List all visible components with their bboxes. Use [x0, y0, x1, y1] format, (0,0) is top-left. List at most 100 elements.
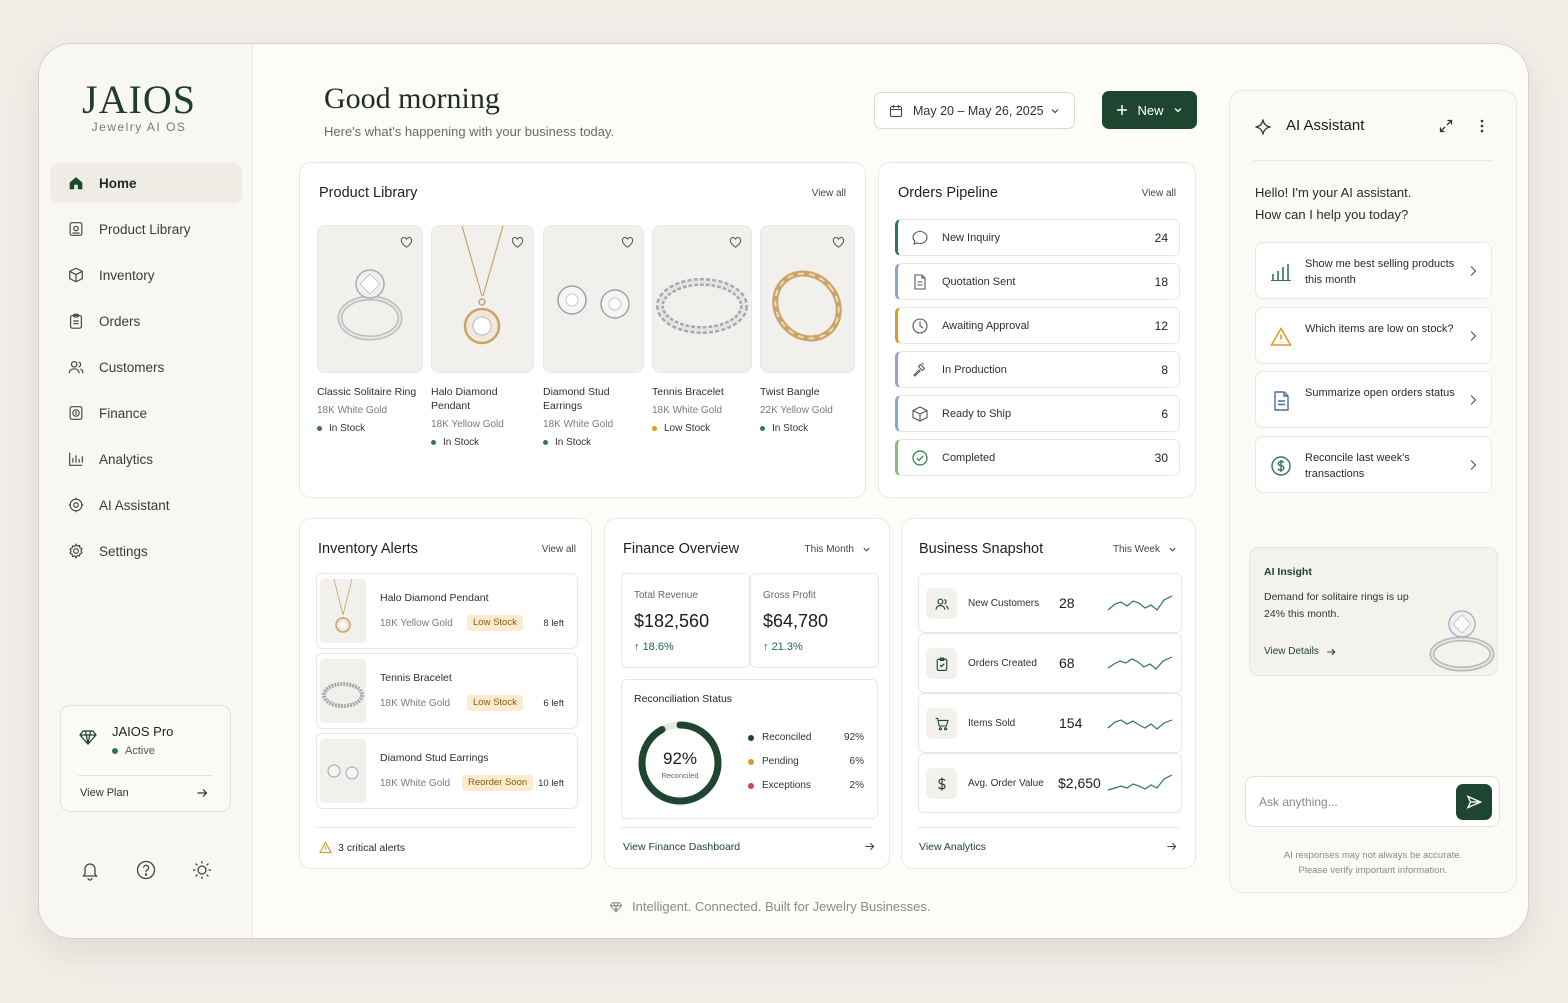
more-options-icon[interactable] [1474, 118, 1490, 134]
finance-dashboard-link[interactable]: View Finance Dashboard [623, 841, 875, 853]
critical-alerts-link[interactable]: 3 critical alerts [319, 841, 405, 854]
sidebar-item-settings[interactable]: Settings [50, 531, 242, 571]
ask-input-box [1245, 776, 1500, 827]
date-range-picker[interactable]: May 20 – May 26, 2025 [874, 92, 1075, 129]
product-card[interactable]: Tennis Bracelet 18K White Gold Low Stock [652, 225, 752, 434]
period-dropdown[interactable]: This Month [805, 544, 871, 555]
new-button[interactable]: New [1102, 91, 1197, 129]
stock-dot [431, 440, 436, 445]
alert-item-name: Halo Diamond Pendant [380, 592, 489, 604]
ai-greeting-line: Hello! I'm your AI assistant. [1255, 185, 1412, 200]
sidebar-item-product-library[interactable]: Product Library [50, 209, 242, 249]
product-card[interactable]: Halo Diamond Pendant 18K Yellow Gold In … [431, 225, 534, 448]
expand-icon[interactable] [1438, 118, 1454, 134]
chevron-right-icon [1470, 460, 1477, 470]
alert-item[interactable]: Diamond Stud Earrings 18K White Gold Reo… [316, 733, 578, 809]
bell-icon[interactable] [79, 859, 101, 881]
legend-pct: 92% [843, 732, 864, 743]
alert-item[interactable]: Halo Diamond Pendant 18K Yellow Gold Low… [316, 573, 578, 649]
help-icon[interactable] [135, 859, 157, 881]
stage-count: 24 [1154, 230, 1168, 245]
card-title: Product Library [319, 185, 418, 201]
suggestion-button[interactable]: Reconcile last week's transactions [1255, 436, 1492, 493]
sidebar-item-inventory[interactable]: Inventory [50, 255, 242, 295]
stock-label: In Stock [329, 423, 366, 434]
alert-item-name: Tennis Bracelet [380, 672, 452, 684]
plan-card: JAIOS Pro Active View Plan [60, 705, 231, 812]
clipboard-icon [70, 313, 82, 329]
chat-icon [912, 230, 928, 245]
view-all-link[interactable]: View all [812, 188, 846, 199]
period-label: This Month [804, 544, 854, 555]
sidebar-item-finance[interactable]: Finance [50, 393, 242, 433]
pipeline-stage[interactable]: In Production 8 [895, 351, 1180, 388]
stat-label: Total Revenue [634, 590, 698, 601]
stock-status: In Stock [543, 437, 644, 448]
stock-label: In Stock [443, 437, 480, 448]
divider [621, 827, 873, 828]
insight-title: AI Insight [1264, 566, 1312, 578]
critical-alerts-label: 3 critical alerts [338, 841, 406, 854]
send-button[interactable] [1456, 784, 1492, 820]
inventory-alerts-card: Inventory Alerts View all Halo Diamond P… [299, 518, 592, 869]
ask-input[interactable] [1259, 792, 1449, 812]
product-card[interactable]: Classic Solitaire Ring 18K White Gold In… [317, 225, 423, 434]
view-details-link[interactable]: View Details [1264, 646, 1336, 657]
product-card[interactable]: Diamond Stud Earrings 18K White Gold In … [543, 225, 644, 448]
heart-icon[interactable] [400, 236, 413, 249]
pipeline-stage[interactable]: Quotation Sent 18 [895, 263, 1180, 300]
heart-icon[interactable] [621, 236, 634, 249]
product-card[interactable]: Twist Bangle 22K Yellow Gold In Stock [760, 225, 855, 434]
heart-icon[interactable] [832, 236, 845, 249]
heart-icon[interactable] [511, 236, 524, 249]
snapshot-label: Orders Created [968, 658, 1037, 669]
alert-thumbnail [320, 739, 366, 803]
sidebar-item-analytics[interactable]: Analytics [50, 439, 242, 479]
card-title: Inventory Alerts [318, 541, 418, 557]
finance-dashboard-label: View Finance Dashboard [623, 841, 741, 853]
sidebar-item-ai-assistant[interactable]: AI Assistant [50, 485, 242, 525]
period-dropdown[interactable]: This Week [1113, 544, 1177, 555]
alert-item-name: Diamond Stud Earrings [380, 752, 489, 764]
package-icon [912, 405, 928, 422]
logo: JAIOS [82, 77, 196, 122]
suggestion-button[interactable]: Which items are low on stock? [1255, 307, 1492, 364]
sidebar-item-home[interactable]: Home [50, 163, 242, 203]
stock-status: In Stock [431, 437, 534, 448]
card-title: Business Snapshot [919, 541, 1044, 557]
earrings-image [327, 764, 359, 780]
sidebar-item-label: Inventory [99, 267, 155, 283]
gear-icon [69, 543, 83, 559]
suggestion-button[interactable]: Show me best selling products this month [1255, 242, 1492, 299]
snapshot-label: Items Sold [968, 718, 1016, 729]
suggestion-button[interactable]: Summarize open orders status [1255, 371, 1492, 428]
sun-icon[interactable] [191, 859, 213, 881]
pipeline-stage[interactable]: Awaiting Approval 12 [895, 307, 1180, 344]
arrow-right-icon [1167, 842, 1177, 851]
divider [918, 827, 1179, 828]
stage-label: Quotation Sent [942, 275, 1016, 288]
view-all-link[interactable]: View all [1142, 188, 1176, 199]
alert-item[interactable]: Tennis Bracelet 18K White Gold Low Stock… [316, 653, 578, 729]
view-analytics-link[interactable]: View Analytics [919, 841, 1177, 853]
pipeline-stage[interactable]: Ready to Ship 6 [895, 395, 1180, 432]
sparkline [1107, 656, 1173, 670]
suggestion-text: Summarize open orders status [1305, 387, 1455, 399]
divider [316, 827, 575, 828]
chevron-down-icon [1169, 547, 1176, 552]
home-icon [69, 177, 83, 190]
heart-icon[interactable] [729, 236, 742, 249]
view-plan-link[interactable]: View Plan [80, 787, 208, 799]
clock-icon [912, 317, 928, 334]
sidebar-item-label: Analytics [99, 451, 154, 467]
view-all-link[interactable]: View all [542, 544, 576, 555]
sidebar-item-customers[interactable]: Customers [50, 347, 242, 387]
stock-status: In Stock [317, 423, 423, 434]
pipeline-stage[interactable]: Completed 30 [895, 439, 1180, 476]
sidebar-item-orders[interactable]: Orders [50, 301, 242, 341]
stage-count: 6 [1161, 406, 1168, 421]
pipeline-stage[interactable]: New Inquiry 24 [895, 219, 1180, 256]
stage-label: Awaiting Approval [942, 319, 1030, 332]
ai-assistant-panel: AI Assistant Hello! I'm your AI assistan… [1229, 90, 1517, 893]
users-icon [934, 598, 949, 610]
